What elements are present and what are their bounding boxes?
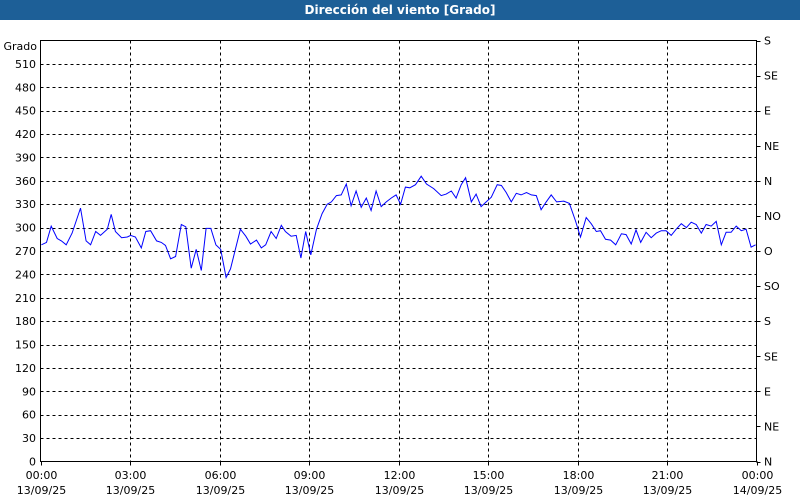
- y-tick-label: 180: [15, 315, 36, 328]
- right-tick-label: NE: [764, 420, 779, 433]
- y-tick-label: 0: [29, 456, 36, 469]
- x-tick-date: 13/09/25: [106, 484, 155, 497]
- x-tick-time: 09:00: [294, 469, 326, 482]
- x-tick-date: 13/09/25: [196, 484, 245, 497]
- right-tick-label: E: [764, 105, 771, 118]
- x-tick-date: 14/09/25: [733, 484, 782, 497]
- right-tick-label: SO: [764, 280, 780, 293]
- x-axis-ticks: 00:00 13/09/25 03:00 13/09/25 06:00 13/09/25 0…: [17, 469, 782, 497]
- y-tick-label: 360: [15, 175, 36, 188]
- x-tick-date: 13/09/25: [554, 484, 603, 497]
- x-tick-date: 13/09/25: [17, 484, 66, 497]
- x-tick-date: 13/09/25: [464, 484, 513, 497]
- right-tick-label: O: [764, 245, 773, 258]
- y-tick-label: 90: [22, 385, 36, 398]
- x-tick-date: 13/09/25: [375, 484, 424, 497]
- x-tick-time: 06:00: [205, 469, 237, 482]
- left-axis-ticks: 0 30 60 90 120 150 180 210 240 270 300 330 360 390 420…: [15, 58, 36, 469]
- x-tick-time: 00:00: [742, 469, 774, 482]
- y-tick-label: 240: [15, 268, 36, 281]
- y-tick-label: 330: [15, 198, 36, 211]
- y-tick-label: 60: [22, 409, 36, 422]
- right-axis-ticks: N NE E SE S SO O NO N NE E SE S: [764, 35, 781, 469]
- y-tick-label: 480: [15, 81, 36, 94]
- y-tick-label: 210: [15, 292, 36, 305]
- x-tick-time: 00:00: [26, 469, 58, 482]
- x-tick-time: 18:00: [563, 469, 595, 482]
- x-tick-time: 21:00: [652, 469, 684, 482]
- series-line: [41, 175, 756, 280]
- y-tick-label: 450: [15, 105, 36, 118]
- y-tick-label: 510: [15, 58, 36, 71]
- x-tick-time: 12:00: [384, 469, 416, 482]
- right-tick-label: SE: [764, 70, 778, 83]
- y-axis-label: Grado: [4, 40, 38, 53]
- right-tick-label: E: [764, 385, 771, 398]
- right-tick-label: N: [764, 175, 772, 188]
- y-tick-label: 390: [15, 151, 36, 164]
- x-tick-date: 13/09/25: [285, 484, 334, 497]
- x-tick-time: 15:00: [473, 469, 505, 482]
- y-tick-label: 30: [22, 432, 36, 445]
- y-tick-label: 120: [15, 362, 36, 375]
- right-tick-label: N: [764, 456, 772, 469]
- y-tick-label: 420: [15, 128, 36, 141]
- right-tick-label: NO: [764, 210, 781, 223]
- x-tick-date: 13/09/25: [643, 484, 692, 497]
- right-tick-label: S: [764, 315, 771, 328]
- y-tick-label: 150: [15, 339, 36, 352]
- right-tick-label: SE: [764, 350, 778, 363]
- right-tick-label: S: [764, 35, 771, 48]
- x-tick-time: 03:00: [115, 469, 147, 482]
- wind-direction-chart: 0 30 60 90 120 150 180 210 240 270 300 330 360 390 420…: [4, 35, 783, 498]
- grid: [40, 40, 761, 466]
- y-tick-label: 300: [15, 222, 36, 235]
- right-tick-label: NE: [764, 140, 779, 153]
- y-tick-label: 270: [15, 245, 36, 258]
